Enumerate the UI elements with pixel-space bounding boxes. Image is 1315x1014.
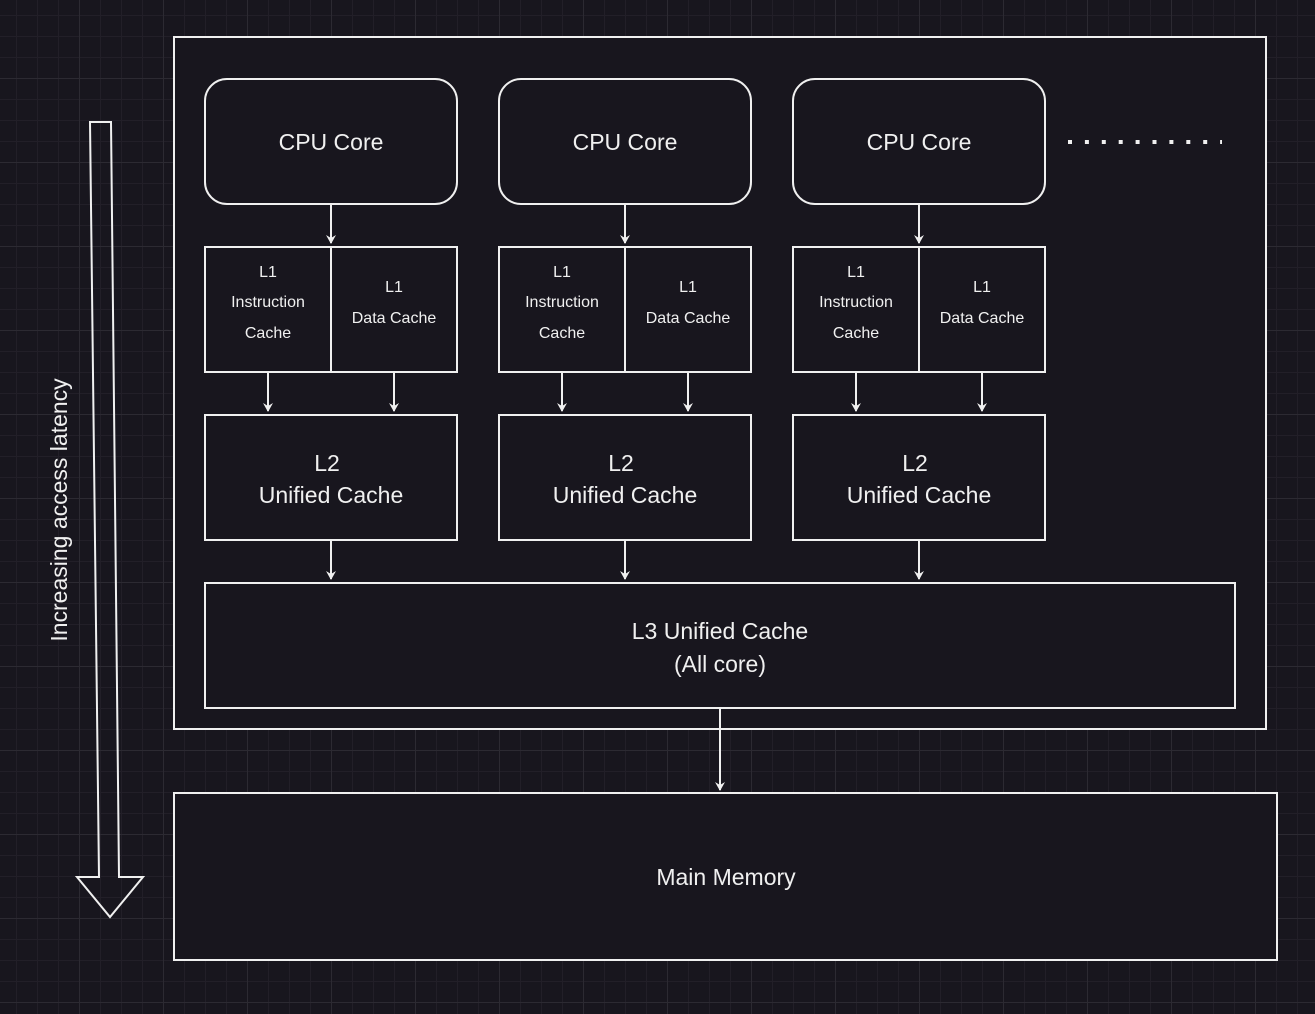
cpu-core-label: CPU Core — [279, 129, 384, 155]
l1i-label: L1 — [847, 264, 865, 281]
main-memory-label: Main Memory — [656, 864, 796, 890]
l3-label-line2: (All core) — [674, 651, 766, 677]
cache-hierarchy-diagram: Increasing access latency CPU Core L1 Inst… — [46, 36, 1278, 961]
l1i-label: Instruction — [525, 294, 599, 311]
l2-label-line2: Unified Cache — [847, 482, 991, 508]
cpu-core-label: CPU Core — [573, 129, 678, 155]
l2-label-line2: Unified Cache — [553, 482, 697, 508]
l2-cache — [498, 414, 752, 541]
l2-label-line2: Unified Cache — [259, 482, 403, 508]
core-group: CPU Core L1 Instruction Cache L1 Data Cache L2… — [792, 78, 1046, 580]
l1i-label: L1 — [259, 264, 277, 281]
l1i-label: Cache — [833, 325, 879, 342]
latency-arrow — [74, 121, 146, 919]
l3-label-line1: L3 Unified Cache — [632, 618, 808, 644]
l2-label-line1: L2 — [314, 450, 340, 476]
l1d-label: L1 — [679, 279, 697, 296]
l1i-label: Instruction — [819, 294, 893, 311]
latency-label: Increasing access latency — [46, 378, 72, 642]
l1i-label: Instruction — [231, 294, 305, 311]
l1d-label: Data Cache — [940, 310, 1025, 327]
l2-label-line1: L2 — [902, 450, 928, 476]
core-group: CPU Core L1 Instruction Cache L1 Data Cache L2… — [498, 78, 752, 580]
l1i-label: Cache — [245, 325, 291, 342]
l1d-label: Data Cache — [352, 310, 437, 327]
l3-cache — [204, 582, 1236, 709]
l2-cache — [204, 414, 458, 541]
l2-cache — [792, 414, 1046, 541]
core-group: CPU Core L1 Instruction Cache L1 Data Cache L2… — [204, 78, 458, 580]
l1d-label: L1 — [385, 279, 403, 296]
l1d-label: L1 — [973, 279, 991, 296]
l2-label-line1: L2 — [608, 450, 634, 476]
l1i-label: L1 — [553, 264, 571, 281]
l1i-label: Cache — [539, 325, 585, 342]
l1d-label: Data Cache — [646, 310, 731, 327]
cpu-core-label: CPU Core — [867, 129, 972, 155]
